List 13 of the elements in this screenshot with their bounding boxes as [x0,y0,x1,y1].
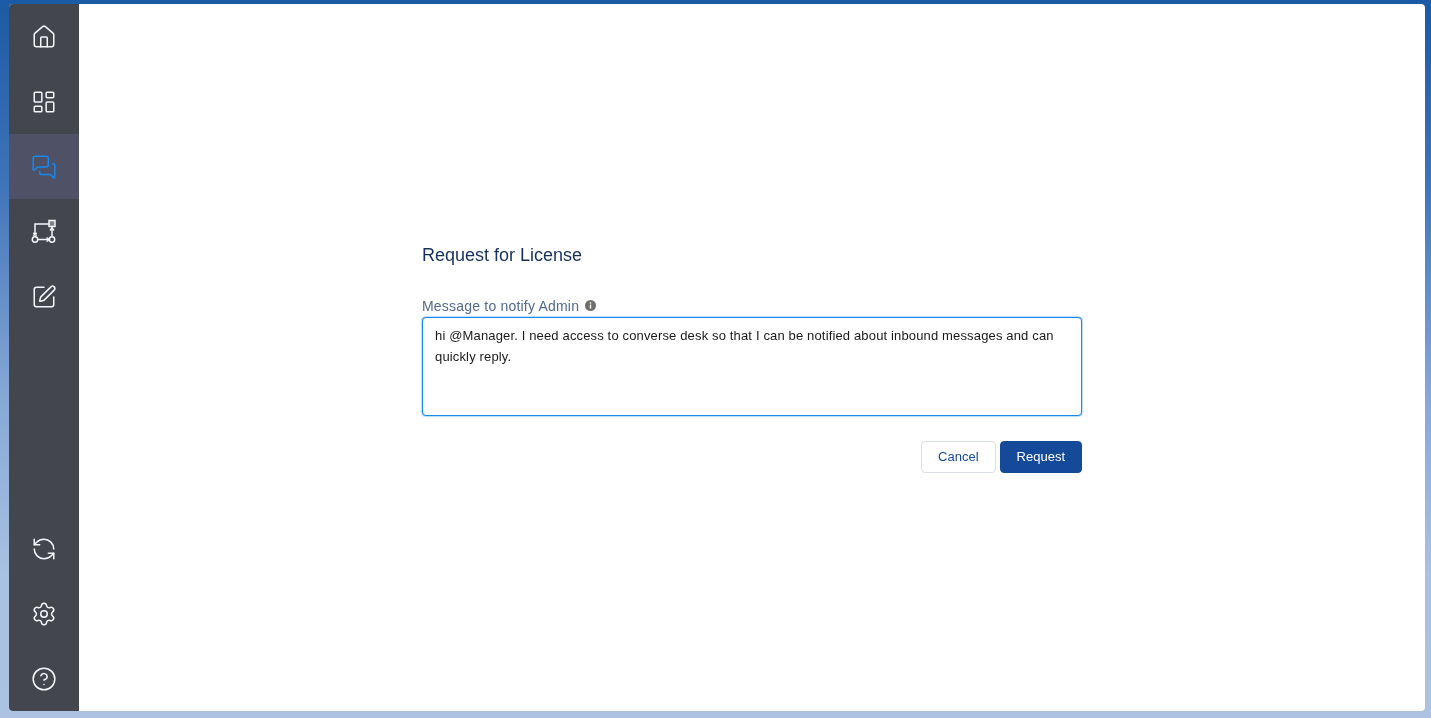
edit-icon [31,283,57,310]
dashboard-icon [31,88,57,115]
home-icon [31,23,57,50]
workflow-icon [31,218,57,245]
settings-icon [31,600,57,627]
info-icon[interactable] [585,300,597,311]
help-icon [31,665,57,692]
form-title: Request for License [422,243,583,267]
message-field[interactable]: hi @Manager. I need access to converse desk so that I can be notified about inbound messages and can quickly reply. [422,316,1082,416]
request-button[interactable]: Request [999,440,1082,473]
cancel-button[interactable]: Cancel [921,440,996,473]
field-label: Message to notify Admin [422,296,580,315]
chat-icon [31,153,57,180]
